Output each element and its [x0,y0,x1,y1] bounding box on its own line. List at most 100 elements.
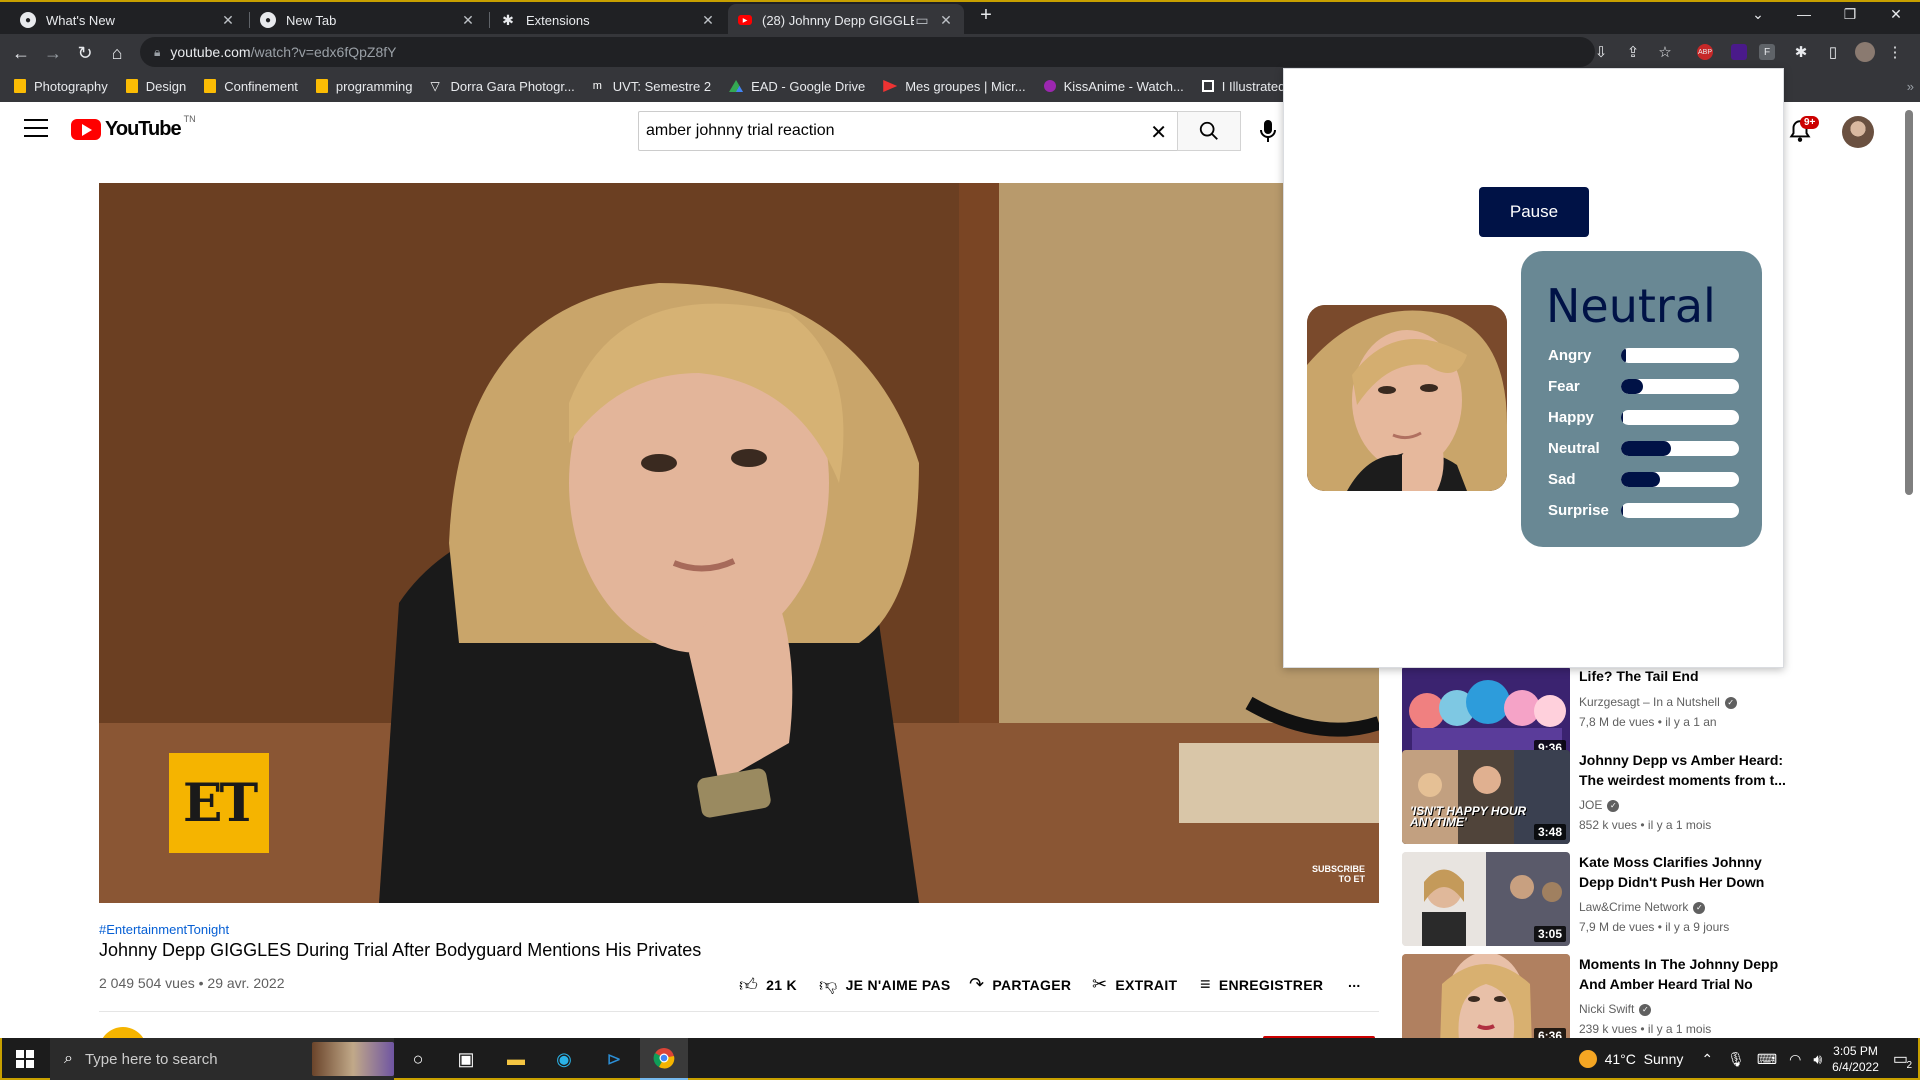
avatar[interactable] [1842,116,1874,148]
extensions-puzzle-icon[interactable]: ✱ [1791,42,1811,62]
recommendation-item[interactable]: 9:36 Life? The Tail End Kurzgesagt – In … [1402,666,1782,760]
emotion-row-fear: Fear [1548,378,1748,395]
minimize-icon[interactable]: — [1781,6,1827,22]
video-hashtag[interactable]: #EntertainmentTonight [99,922,229,937]
video-thumbnail[interactable]: 6:36 [1402,954,1570,1038]
vscode-icon[interactable]: ⊳ [590,1038,638,1080]
subscribe-watermark[interactable]: SUBSCRIBE TO ET [1312,864,1365,884]
bookmark-star-icon[interactable]: ☆ [1655,42,1675,62]
recommendation-channel[interactable]: Nicki Swift ✓ [1579,1002,1652,1016]
notification-count: 2 [1906,1060,1912,1071]
hamburger-menu-icon[interactable] [24,119,48,137]
save-button[interactable]: ≡ ENREGISTRER [1200,974,1323,995]
clock[interactable]: 3:05 PM 6/4/2022 [1832,1043,1879,1075]
file-explorer-icon[interactable]: ▬ [492,1038,540,1080]
emotion-row-angry: Angry [1548,347,1748,364]
bookmark-dorra-gara[interactable]: ▽ Dorra Gara Photogr... [431,79,575,94]
reload-icon[interactable]: ↻ [72,40,98,66]
system-tray: 41°C Sunny ⌃ 🎙︎ ⌨ ◠ 🔊︎ 3:05 PM 6/4/2022 … [1578,1038,1912,1080]
ime-icon[interactable]: ⌨ [1757,1051,1777,1068]
clip-button[interactable]: ✂ EXTRAIT [1092,974,1177,995]
bookmark-label: Design [145,78,187,94]
video-thumbnail[interactable]: 'ISN'T HAPPY HOUR ANYTIME' 3:48 [1402,750,1570,844]
restore-icon[interactable]: ❐ [1827,6,1873,23]
task-view-icon[interactable]: ▣ [442,1038,490,1080]
forward-icon[interactable]: → [40,40,66,66]
close-tab-icon[interactable]: ✕ [220,12,236,29]
recommendation-title[interactable]: Life? The Tail End [1579,666,1789,686]
emotion-row-neutral: Neutral [1548,440,1748,457]
back-icon[interactable]: ← [8,40,34,66]
tab-search-icon[interactable]: ⌄ [1735,6,1781,23]
tab-new-tab[interactable]: ● New Tab ✕ [250,4,486,36]
recommendation-item[interactable]: 6:36 Moments In The Johnny Depp And Ambe… [1402,954,1782,1038]
notification-center-icon[interactable]: ▭ 2 [1893,1049,1912,1071]
recommendation-title[interactable]: Johnny Depp vs Amber Heard: The weirdest… [1579,750,1789,790]
recommendation-title[interactable]: Kate Moss Clarifies Johnny Depp Didn't P… [1579,852,1789,892]
verified-icon: ✓ [1724,696,1737,709]
pause-button[interactable]: Pause [1479,187,1589,237]
close-window-icon[interactable]: ✕ [1873,6,1919,23]
chrome-taskbar-icon[interactable] [640,1038,688,1080]
tab-whats-new[interactable]: ● What's New ✕ [10,4,246,36]
bookmark-programming[interactable]: programming [315,79,413,94]
share-button[interactable]: ↷ PARTAGER [969,974,1071,995]
adblock-extension-icon[interactable]: ABP [1697,44,1713,60]
profile-avatar-icon[interactable] [1855,42,1875,62]
video-thumbnail[interactable]: 3:05 [1402,852,1570,946]
page-scrollbar[interactable] [1905,110,1913,495]
close-tab-icon[interactable]: ✕ [700,12,716,29]
recommendation-item[interactable]: 'ISN'T HAPPY HOUR ANYTIME' 3:48 Johnny D… [1402,750,1786,844]
video-player[interactable]: ET SUBSCRIBE TO ET [99,183,1379,903]
recommendation-channel[interactable]: JOE ✓ [1579,798,1620,812]
volume-icon[interactable]: 🔊︎ [1813,1051,1822,1068]
youtube-logo[interactable]: YouTube TN [71,114,196,141]
mic-icon[interactable] [1256,118,1280,144]
share-icon[interactable]: ⇪ [1623,42,1643,62]
search-button[interactable] [1177,111,1241,151]
tab-youtube-active[interactable]: ▶ (28) Johnny Depp GIGGLES D ▭ ✕ [728,4,964,36]
like-button[interactable]: 👍︎ 21 K [739,974,797,996]
mic-tray-icon[interactable]: 🎙︎ [1727,1051,1745,1068]
bookmark-photography[interactable]: Photography [14,79,108,94]
weather-text[interactable]: 41°C Sunny [1605,1051,1684,1067]
cortana-icon[interactable]: ○ [394,1038,442,1080]
recommendation-title[interactable]: Moments In The Johnny Depp And Amber Hea… [1579,954,1789,994]
new-tab-button[interactable]: + [963,4,1009,27]
close-tab-icon[interactable]: ✕ [460,12,476,29]
clock-time: 3:05 PM [1833,1044,1878,1058]
chrome-menu-icon[interactable]: ⋮ [1885,42,1905,62]
taskbar-search-box[interactable]: ⌕ Type here to search [50,1038,394,1080]
bookmark-uvt[interactable]: m UVT: Semestre 2 [593,79,711,94]
clear-search-icon[interactable]: ✕ [1150,120,1167,145]
bookmark-teams[interactable]: Mes groupes | Micr... [883,79,1026,94]
dislike-button[interactable]: 👎︎ JE N'AIME PAS [819,974,951,996]
video-thumbnail[interactable]: 9:36 [1402,666,1570,760]
install-icon[interactable]: ⇩ [1591,42,1611,62]
chevron-up-icon[interactable]: ⌃ [1701,1051,1713,1068]
tab-extensions[interactable]: ✱ Extensions ✕ [490,4,726,36]
emotion-bar-track [1621,379,1739,394]
bookmark-google-drive[interactable]: EAD - Google Drive [729,79,865,94]
media-playing-icon[interactable]: ▭ [914,12,930,29]
recommendation-channel[interactable]: Kurzgesagt – In a Nutshell ✓ [1579,695,1737,709]
face-extension-icon[interactable]: F [1759,44,1775,60]
bookmark-confinement[interactable]: Confinement [204,79,298,94]
home-icon[interactable]: ⌂ [104,40,130,66]
windows-start-icon[interactable] [16,1050,34,1068]
recommendation-item[interactable]: 3:05 Kate Moss Clarifies Johnny Depp Did… [1402,852,1782,946]
emotion-name: Surprise [1548,502,1609,519]
close-tab-icon[interactable]: ✕ [938,12,954,29]
bookmarks-overflow-icon[interactable]: » [1907,79,1914,94]
edge-icon[interactable]: ◉ [540,1038,588,1080]
extension-icon[interactable] [1731,44,1747,60]
address-bar[interactable]: 🔒︎ youtube.com/watch?v=edx6fQpZ8fY [140,37,1595,67]
channel-avatar[interactable] [99,1027,147,1038]
more-actions-button[interactable]: ... [1348,974,1361,990]
bookmark-design[interactable]: Design [125,78,187,94]
side-panel-icon[interactable]: ▯ [1823,42,1843,62]
search-input[interactable]: amber johnny trial reaction ✕ [638,111,1178,151]
bookmark-kissanime[interactable]: KissAnime - Watch... [1043,79,1184,94]
wifi-icon[interactable]: ◠ [1789,1051,1801,1068]
recommendation-channel[interactable]: Law&Crime Network ✓ [1579,900,1706,914]
